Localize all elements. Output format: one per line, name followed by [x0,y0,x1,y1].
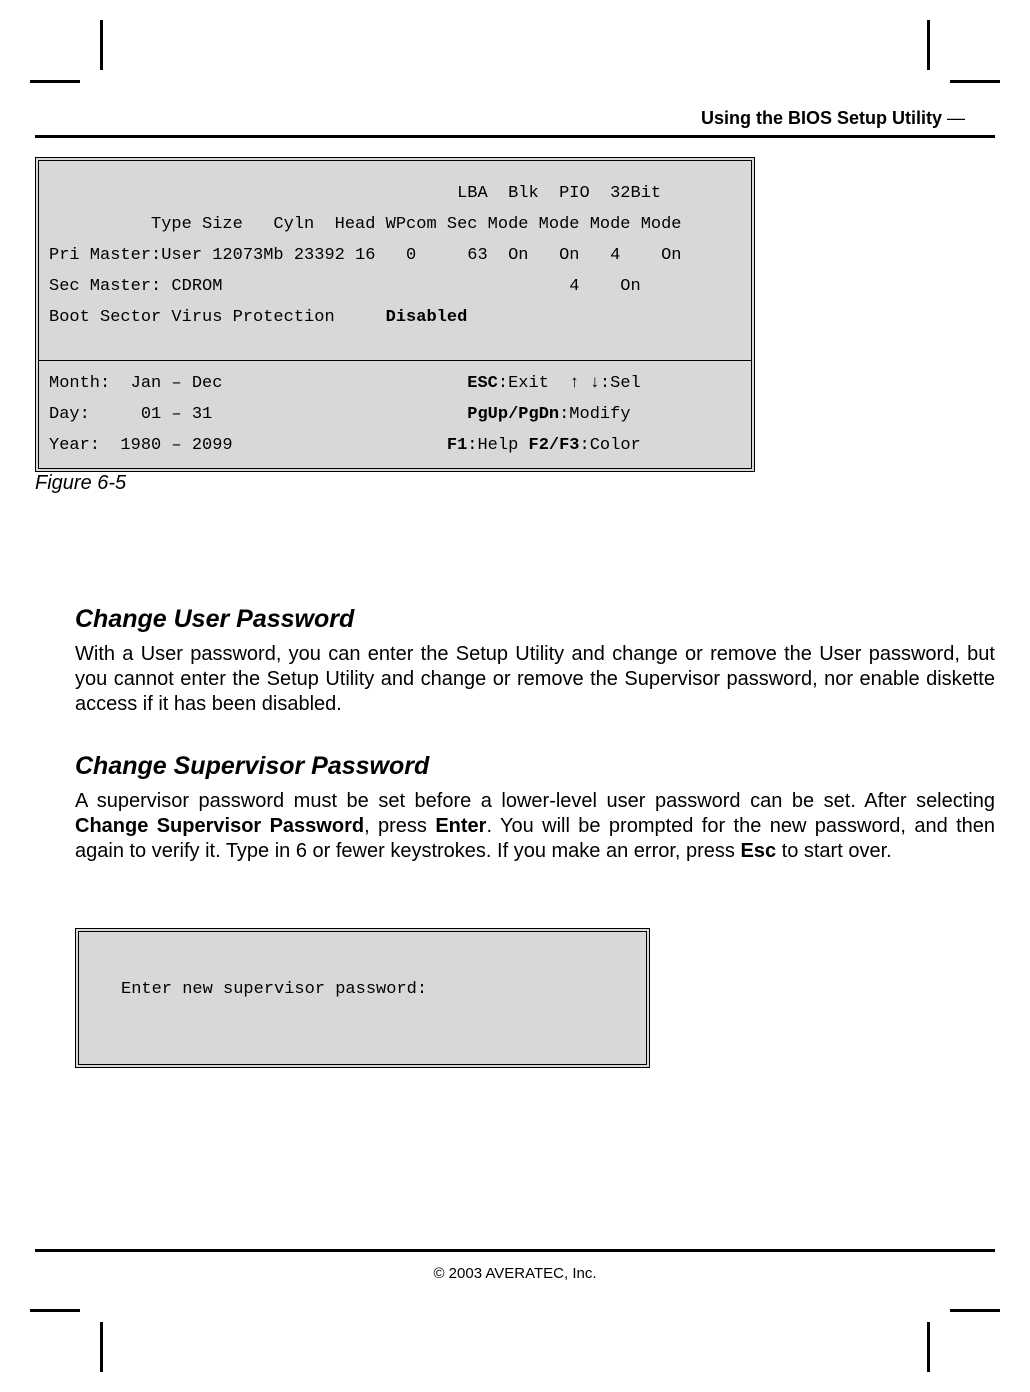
crop-mark [30,1309,80,1312]
page: Using the BIOS Setup Utility — LBA Blk P… [0,0,1030,1392]
bios-day-label: Day: 01 – 31 [49,405,467,424]
bios-range-day: Day: 01 – 31 PgUp/PgDn:Modify [49,406,741,423]
crop-mark [927,1322,930,1372]
bios-month-label: Month: Jan – Dec [49,374,467,393]
crop-mark [950,80,1000,83]
section-change-supervisor-password: Change Supervisor Password A supervisor … [75,752,995,864]
bios-year-label: Year: 1980 – 2099 [49,436,447,455]
bios-help-label: :Help [467,436,528,455]
running-head: Using the BIOS Setup Utility — [701,108,965,129]
password-prompt-box: Enter new supervisor password: [75,928,650,1068]
arrow-down-icon: ↓ [590,374,600,393]
section-change-user-password: Change User Password With a User passwor… [75,605,995,717]
bios-sel-label: :Sel [600,374,641,393]
bios-sec-master: Sec Master: CDROM 4 On [49,278,741,295]
bold-change-supervisor-password: Change Supervisor Password [75,815,364,837]
bios-screen-box: LBA Blk PIO 32Bit Type Size Cyln Head WP… [35,157,755,472]
heading-change-supervisor-password: Change Supervisor Password [75,752,995,781]
bios-f2f3-key: F2/F3 [529,436,580,455]
bios-color-label: :Color [580,436,641,455]
figure-caption: Figure 6-5 [35,472,126,495]
bios-modify-label: :Modify [559,405,630,424]
bios-f1-key: F1 [447,436,467,455]
crop-mark [927,20,930,70]
space [580,374,590,393]
bios-range-year: Year: 1980 – 2099 F1:Help F2/F3:Color [49,437,741,454]
footer-copyright: © 2003 AVERATEC, Inc. [0,1265,1030,1282]
text: , press [364,815,435,837]
bios-pri-master: Pri Master:User 12073Mb 23392 16 0 63 On… [49,247,741,264]
arrow-up-icon: ↑ [569,374,579,393]
para-change-supervisor-password: A supervisor password must be set before… [75,789,995,864]
crop-mark [30,80,80,83]
crop-mark [100,20,103,70]
heading-change-user-password: Change User Password [75,605,995,634]
crop-mark [950,1309,1000,1312]
bios-bsvp-label: Boot Sector Virus Protection [49,308,386,327]
text: to start over. [776,840,892,862]
footer-rule [35,1249,995,1252]
bios-esc-key: ESC [467,374,498,393]
password-prompt-text: Enter new supervisor password: [121,980,427,999]
bios-range-month: Month: Jan – Dec ESC:Exit ↑ ↓:Sel [49,375,741,392]
text: A supervisor password must be set before… [75,790,995,812]
running-head-suffix: — [942,108,965,128]
bios-pgupdn-key: PgUp/PgDn [467,405,559,424]
bios-bsvp-value: Disabled [386,308,468,327]
bios-exit-label: :Exit [498,374,569,393]
bios-bottom-panel: Month: Jan – Dec ESC:Exit ↑ ↓:Sel Day: 0… [39,361,751,468]
running-head-title: Using the BIOS Setup Utility [701,108,942,128]
para-change-user-password: With a User password, you can enter the … [75,642,995,717]
bold-esc-key: Esc [740,840,776,862]
bold-enter-key: Enter [435,815,486,837]
header-rule [35,135,995,138]
crop-mark [100,1322,103,1372]
bios-top-panel: LBA Blk PIO 32Bit Type Size Cyln Head WP… [39,161,751,360]
bios-boot-sector: Boot Sector Virus Protection Disabled [49,309,741,326]
bios-hdr-line-2: Type Size Cyln Head WPcom Sec Mode Mode … [49,216,741,233]
bios-hdr-line-1: LBA Blk PIO 32Bit [49,185,741,202]
